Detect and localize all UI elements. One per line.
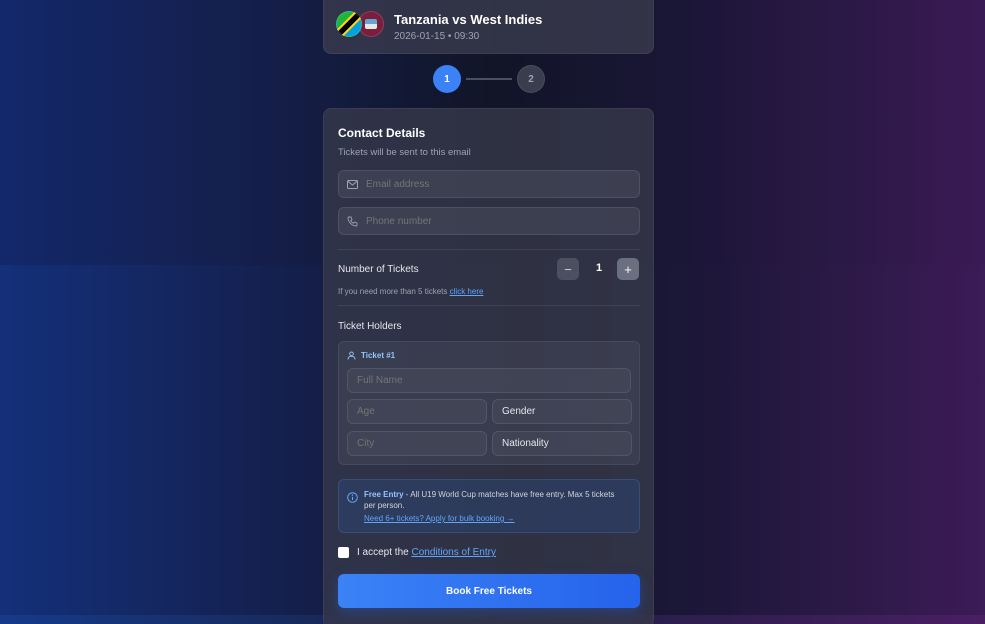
- divider: [338, 249, 640, 250]
- booking-form: Contact Details Tickets will be sent to …: [323, 108, 654, 624]
- full-name-field[interactable]: [347, 368, 631, 393]
- book-free-tickets-button[interactable]: Book Free Tickets: [338, 574, 640, 608]
- divider: [338, 305, 640, 306]
- nationality-select-value: Nationality: [502, 438, 549, 449]
- phone-icon: [347, 215, 358, 227]
- contact-subtitle: Tickets will be sent to this email: [338, 147, 471, 158]
- nationality-select[interactable]: Nationality: [492, 431, 632, 456]
- gender-select-value: Gender: [502, 406, 536, 417]
- step-1[interactable]: 1: [433, 65, 461, 93]
- ticket-holders-label: Ticket Holders: [338, 321, 402, 332]
- match-datetime: 2026-01-15 • 09:30: [394, 31, 480, 42]
- full-name-input[interactable]: [357, 375, 630, 386]
- ticket-holder-card: Ticket #1 Gender Nationality: [338, 341, 640, 465]
- match-card: Tanzania vs West Indies 2026-01-15 • 09:…: [323, 0, 654, 54]
- bulk-note: If you need more than 5 tickets click he…: [338, 287, 483, 296]
- tickets-label: Number of Tickets: [338, 264, 419, 275]
- free-entry-bold: Free Entry: [364, 490, 404, 499]
- free-entry-text: Free Entry - All U19 World Cup matches h…: [364, 489, 626, 511]
- contact-title: Contact Details: [338, 126, 426, 140]
- age-field[interactable]: [347, 399, 487, 424]
- step-2[interactable]: 2: [517, 65, 545, 93]
- bulk-note-text: If you need more than 5 tickets: [338, 287, 448, 296]
- ticket-holder-header: Ticket #1: [347, 351, 395, 360]
- progress-stepper: 1 2: [433, 65, 545, 93]
- match-info: Tanzania vs West Indies 2026-01-15 • 09:…: [394, 12, 542, 42]
- email-input[interactable]: [366, 178, 639, 190]
- age-input[interactable]: [357, 406, 486, 417]
- bulk-booking-link[interactable]: Need 6+ tickets? Apply for bulk booking …: [364, 514, 515, 523]
- match-title: Tanzania vs West Indies: [394, 12, 543, 27]
- accept-checkbox[interactable]: [338, 547, 349, 558]
- free-entry-notice: Free Entry - All U19 World Cup matches h…: [338, 479, 640, 533]
- info-icon: [347, 490, 358, 508]
- decrease-tickets-button[interactable]: −: [557, 258, 579, 280]
- mail-icon: [347, 178, 358, 190]
- city-field[interactable]: [347, 431, 487, 456]
- user-icon: [347, 351, 356, 360]
- ticket-quantity: 1: [595, 262, 603, 274]
- accept-terms[interactable]: I accept the Conditions of Entry: [338, 547, 496, 558]
- conditions-of-entry-link[interactable]: Conditions of Entry: [411, 547, 496, 558]
- phone-field[interactable]: [338, 207, 640, 235]
- ticket-number-label: Ticket #1: [361, 351, 396, 360]
- step-connector: [466, 78, 512, 80]
- gender-select[interactable]: Gender: [492, 399, 632, 424]
- city-input[interactable]: [357, 438, 486, 449]
- tanzania-flag-icon: [336, 11, 362, 37]
- increase-tickets-button[interactable]: +: [617, 258, 639, 280]
- bulk-click-here-link[interactable]: click here: [450, 287, 484, 296]
- accept-text: I accept the: [357, 547, 409, 558]
- email-field[interactable]: [338, 170, 640, 198]
- phone-input[interactable]: [366, 215, 639, 227]
